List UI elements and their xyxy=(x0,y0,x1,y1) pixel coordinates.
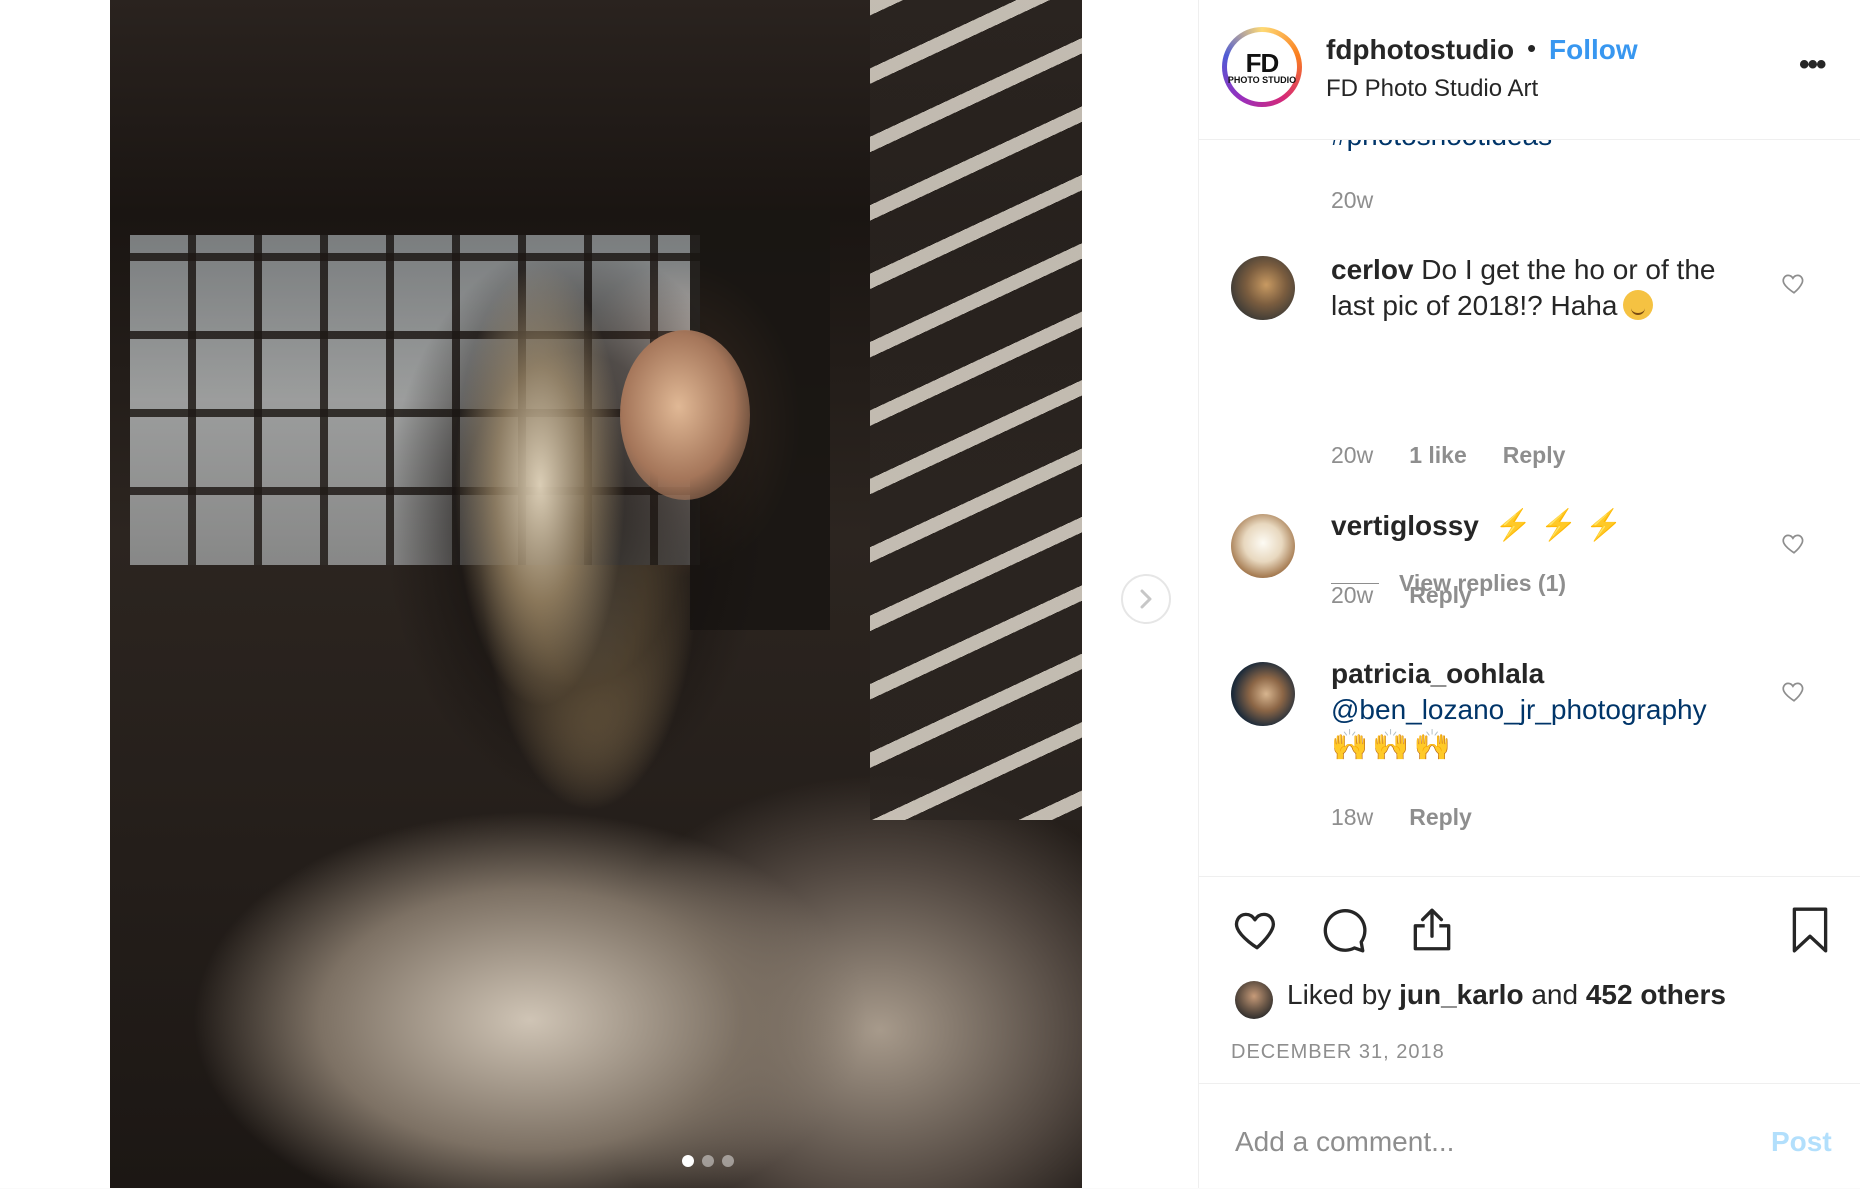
comment-time: 20w xyxy=(1331,442,1374,468)
comment-username[interactable]: patricia_oohlala xyxy=(1331,656,1751,692)
header-username[interactable]: fdphotostudio xyxy=(1326,34,1514,66)
comment-reply-button[interactable]: Reply xyxy=(1409,582,1472,609)
comment-username[interactable]: cerlov xyxy=(1331,254,1414,285)
comment-reply-button[interactable]: Reply xyxy=(1409,804,1472,831)
caption-hashtag[interactable]: #photoshootideas xyxy=(1331,140,1552,152)
heart-icon[interactable] xyxy=(1232,905,1282,955)
comment-username[interactable]: vertiglossy xyxy=(1331,510,1479,541)
header-separator: • xyxy=(1527,33,1537,63)
liked-by-and: and xyxy=(1531,979,1579,1010)
relieved-face-emoji-icon xyxy=(1623,290,1654,320)
brand-logo-text: FD xyxy=(1245,47,1280,78)
raised-hands-emoji-icon: 🙌🙌🙌 xyxy=(1331,729,1456,762)
liked-by-avatar[interactable] xyxy=(1235,981,1273,1019)
header-subtitle[interactable]: FD Photo Studio Art xyxy=(1326,75,1538,103)
comment-time: 20w xyxy=(1331,582,1374,608)
photo-subject-hair xyxy=(450,255,660,775)
lightning-emoji-icon: ⚡ xyxy=(1494,509,1532,542)
carousel-dot-2 xyxy=(702,1155,714,1167)
add-comment-input[interactable]: Add a comment... xyxy=(1235,1126,1454,1158)
comment-meta: 20w 1 like Reply xyxy=(1331,442,1565,469)
comment-time: 18w xyxy=(1331,804,1374,830)
comment-avatar[interactable] xyxy=(1231,514,1295,578)
bookmark-icon[interactable] xyxy=(1785,905,1835,955)
carousel-dot-1 xyxy=(682,1155,694,1167)
comment-meta: 20w Reply xyxy=(1331,582,1472,609)
comment-body: patricia_oohlala @ben_lozano_jr_photogra… xyxy=(1331,656,1751,764)
add-comment-bar: Add a comment... Post xyxy=(1199,1083,1860,1189)
carousel-dot-3 xyxy=(722,1155,734,1167)
lightning-emoji-icon: ⚡ xyxy=(1540,509,1578,542)
chevron-right-icon xyxy=(1140,589,1152,609)
comment-icon[interactable] xyxy=(1319,905,1369,955)
comment-like-icon[interactable] xyxy=(1781,678,1807,704)
post-side-panel: FD PHOTO STUDIO fdphotostudio • Follow F… xyxy=(1198,0,1860,1188)
post-date[interactable]: DECEMBER 31, 2018 xyxy=(1231,1041,1445,1064)
liked-by-text: Liked by jun_karlo and 452 others xyxy=(1287,979,1726,1011)
photo-subject-face xyxy=(620,330,750,500)
comment-like-icon[interactable] xyxy=(1781,270,1807,296)
comment-body: vertiglossy ⚡ ⚡ ⚡ xyxy=(1331,508,1751,544)
post-photo[interactable] xyxy=(110,0,1082,1188)
comment-avatar[interactable] xyxy=(1231,662,1295,726)
more-options-icon[interactable]: ••• xyxy=(1799,48,1826,82)
comment-like-icon[interactable] xyxy=(1781,530,1807,556)
liked-by-others[interactable]: 452 others xyxy=(1586,979,1726,1010)
post-comment-button[interactable]: Post xyxy=(1771,1126,1832,1158)
comment-reply-button[interactable]: Reply xyxy=(1503,442,1566,469)
share-icon[interactable] xyxy=(1407,905,1457,955)
comment-meta: 18w Reply xyxy=(1331,804,1472,831)
post-header: FD PHOTO STUDIO fdphotostudio • Follow F… xyxy=(1199,0,1860,140)
comment-mention-link[interactable]: @ben_lozano_jr_photography xyxy=(1331,692,1751,728)
comment-body: cerlov Do I get the ho or of the last pi… xyxy=(1331,252,1751,324)
photo-blinds-shadow xyxy=(870,0,1082,820)
liked-by-prefix: Liked by xyxy=(1287,979,1392,1010)
lightning-emoji-icon: ⚡ xyxy=(1585,509,1623,542)
brand-logo-subtext: PHOTO STUDIO xyxy=(1227,74,1297,85)
carousel-indicator xyxy=(682,1155,734,1167)
comment-likes[interactable]: 1 like xyxy=(1409,442,1467,469)
follow-button[interactable]: Follow xyxy=(1549,34,1638,66)
caption-time: 20w xyxy=(1331,187,1374,213)
carousel-next-button[interactable] xyxy=(1121,574,1171,624)
post-actions: Liked by jun_karlo and 452 others DECEMB… xyxy=(1199,876,1860,1084)
liked-by-user[interactable]: jun_karlo xyxy=(1399,979,1523,1010)
photo-pane xyxy=(0,0,1198,1188)
comments-list[interactable]: #photoshootideas 20w cerlov Do I get the… xyxy=(1199,140,1860,875)
profile-avatar[interactable]: FD PHOTO STUDIO xyxy=(1222,27,1302,107)
brand-logo: FD PHOTO STUDIO xyxy=(1227,32,1297,102)
comment-avatar[interactable] xyxy=(1231,256,1295,320)
